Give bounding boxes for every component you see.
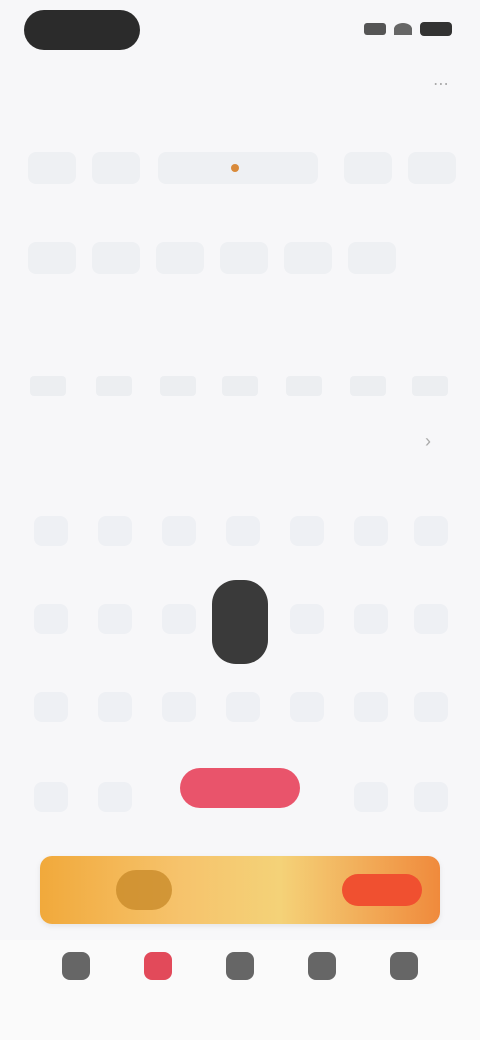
subtab[interactable] [222,376,258,396]
tab-message[interactable] [282,952,362,1012]
grid-cell[interactable] [34,782,68,812]
floating-handle[interactable] [212,580,268,664]
promo-banner[interactable] [40,856,440,924]
signal-icon [364,23,386,35]
home-icon [62,952,90,980]
status-icons [364,22,452,36]
wifi-icon [394,23,412,35]
subtab[interactable] [30,376,66,396]
grid-cell[interactable] [414,604,448,634]
tab-cart[interactable] [200,952,280,1012]
grid-cell[interactable] [162,692,196,722]
category-chip[interactable] [220,242,268,274]
category-chip[interactable] [408,152,456,184]
category-row-2 [0,230,480,286]
grid-cell[interactable] [34,692,68,722]
subtab-bar [0,372,480,402]
category-chip[interactable] [156,242,204,274]
more-icon[interactable]: › [412,425,444,457]
share-icon[interactable]: ⋯ [432,76,450,94]
battery-icon [420,22,452,36]
status-bar [0,0,480,62]
subtab[interactable] [350,376,386,396]
cart-icon [226,952,254,980]
grid-cell[interactable] [290,692,324,722]
category-chip-featured[interactable] [158,152,318,184]
promo-text [200,878,360,902]
category-chip[interactable] [28,242,76,274]
section-title [24,328,164,356]
header: ⋯ [0,62,480,116]
category-chip[interactable] [284,242,332,274]
grid-cell[interactable] [414,516,448,546]
grid-cell[interactable] [354,516,388,546]
grid-cell[interactable] [98,516,132,546]
tab-profile[interactable] [364,952,444,1012]
category-chip[interactable] [348,242,396,274]
category-chip[interactable] [92,152,140,184]
tab-gift[interactable] [118,952,198,1012]
grid-cell[interactable] [162,604,196,634]
grid-cell[interactable] [98,604,132,634]
message-icon [308,952,336,980]
grid-cell[interactable] [226,516,260,546]
promo-cta-button[interactable] [342,874,422,906]
grid-cell[interactable] [354,692,388,722]
grid-cell[interactable] [98,692,132,722]
grid-cell[interactable] [34,604,68,634]
grid-cell[interactable] [162,516,196,546]
selected-cell[interactable] [180,768,300,808]
category-row-1 [0,140,480,196]
profile-icon [390,952,418,980]
subtab[interactable] [286,376,322,396]
category-chip[interactable] [344,152,392,184]
flame-icon [231,164,239,172]
gift-icon [144,952,172,980]
grid-cell[interactable] [98,782,132,812]
promo-mascot-icon [116,870,172,910]
grid-cell[interactable] [34,516,68,546]
grid-cell[interactable] [414,782,448,812]
subtab[interactable] [412,376,448,396]
grid-cell[interactable] [290,516,324,546]
tab-home[interactable] [36,952,116,1012]
page-title [150,76,330,104]
category-chip[interactable] [92,242,140,274]
grid-cell[interactable] [354,782,388,812]
item-grid [0,500,480,830]
subtab[interactable] [160,376,196,396]
bottom-tab-bar [0,940,480,1040]
grid-cell[interactable] [414,692,448,722]
category-chip[interactable] [28,152,76,184]
grid-cell[interactable] [354,604,388,634]
grid-cell[interactable] [290,604,324,634]
grid-cell[interactable] [226,692,260,722]
status-time [24,10,140,50]
subtab[interactable] [96,376,132,396]
